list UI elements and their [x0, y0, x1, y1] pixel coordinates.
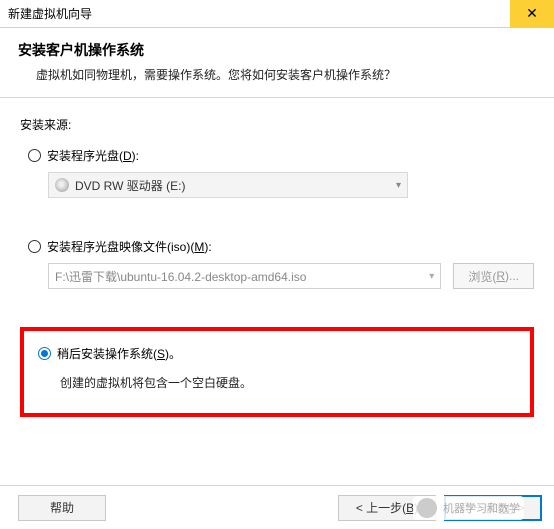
- browse-button[interactable]: 浏览(R)...: [453, 263, 534, 289]
- option-iso-row[interactable]: 安装程序光盘映像文件(iso)(M):: [28, 238, 534, 255]
- close-button[interactable]: ✕: [510, 0, 554, 28]
- option-later-row[interactable]: 稍后安装操作系统(S)。: [38, 345, 516, 362]
- option-later-note: 创建的虚拟机将包含一个空白硬盘。: [60, 374, 516, 391]
- option-disc-row[interactable]: 安装程序光盘(D):: [28, 147, 534, 164]
- source-label: 安装来源:: [20, 116, 534, 133]
- iso-path-input[interactable]: F:\迅雷下载\ubuntu-16.04.2-desktop-amd64.iso…: [48, 263, 441, 289]
- radio-disc[interactable]: [28, 149, 41, 162]
- highlight-box: 稍后安装操作系统(S)。 创建的虚拟机将包含一个空白硬盘。: [20, 327, 534, 417]
- close-icon: ✕: [526, 5, 538, 22]
- titlebar: 新建虚拟机向导 ✕: [0, 0, 554, 28]
- iso-input-row: F:\迅雷下载\ubuntu-16.04.2-desktop-amd64.iso…: [48, 263, 534, 289]
- disc-dropdown[interactable]: DVD RW 驱动器 (E:) ▾: [48, 172, 408, 198]
- page-title: 安装客户机操作系统: [18, 40, 536, 60]
- window-title: 新建虚拟机向导: [8, 5, 92, 22]
- next-button[interactable]: 下一步(N) >: [444, 495, 542, 521]
- wizard-footer: 帮助 < 上一步(B) 下一步(N) >: [0, 485, 554, 529]
- radio-iso[interactable]: [28, 240, 41, 253]
- back-button[interactable]: < 上一步(B): [338, 495, 436, 521]
- iso-path-text: F:\迅雷下载\ubuntu-16.04.2-desktop-amd64.iso: [55, 268, 306, 285]
- radio-later[interactable]: [38, 347, 51, 360]
- radio-disc-label: 安装程序光盘(D):: [47, 147, 139, 164]
- chevron-down-icon: ▾: [429, 271, 434, 282]
- radio-later-label: 稍后安装操作系统(S)。: [57, 345, 181, 362]
- help-button[interactable]: 帮助: [18, 495, 106, 521]
- page-subtitle: 虚拟机如同物理机，需要操作系统。您将如何安装客户机操作系统？: [18, 66, 536, 83]
- chevron-down-icon: ▾: [396, 180, 401, 191]
- disc-icon: [55, 178, 69, 192]
- wizard-header: 安装客户机操作系统 虚拟机如同物理机，需要操作系统。您将如何安装客户机操作系统？: [0, 28, 554, 98]
- content-area: 安装来源: 安装程序光盘(D): DVD RW 驱动器 (E:) ▾ 安装程序光…: [0, 98, 554, 417]
- radio-iso-label: 安装程序光盘映像文件(iso)(M):: [47, 238, 212, 255]
- disc-dropdown-text: DVD RW 驱动器 (E:): [75, 177, 396, 194]
